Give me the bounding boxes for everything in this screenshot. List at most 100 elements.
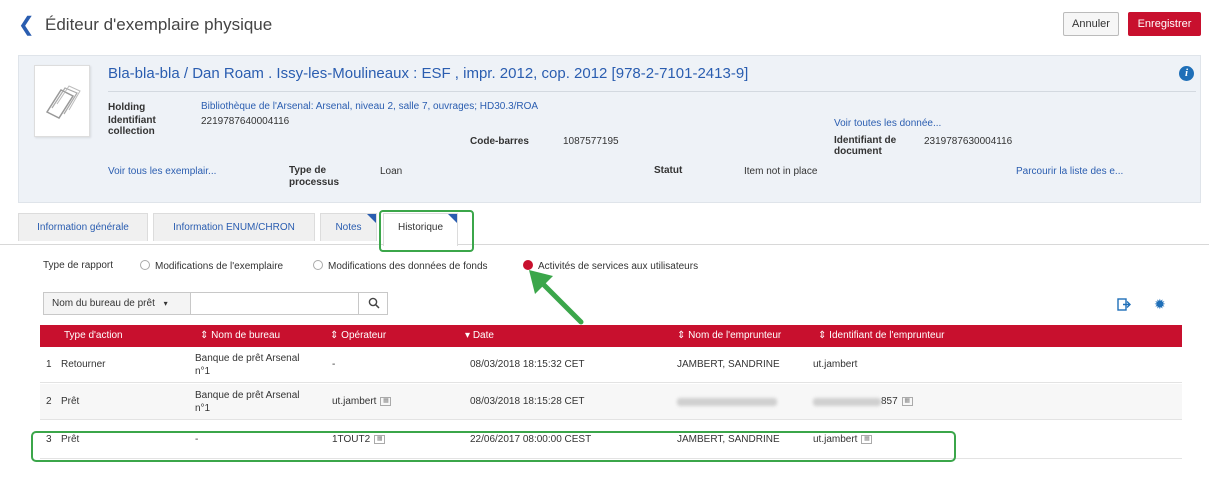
column-header-label: Nom de l'emprunteur bbox=[688, 330, 782, 341]
search-icon bbox=[368, 297, 380, 309]
row-number: 3 bbox=[46, 434, 52, 445]
borrower-id-cell: ut.jambert ▦ bbox=[813, 421, 873, 458]
column-header-date[interactable]: ▾ Date bbox=[465, 325, 494, 347]
item-info-card: Bla-bla-bla / Dan Roam . Issy-les-Moulin… bbox=[18, 55, 1201, 203]
column-header-label: Nom de bureau bbox=[211, 330, 281, 341]
book-thumbnail bbox=[34, 65, 90, 137]
document-id-label-1: Identifiant de bbox=[834, 135, 897, 146]
desk-name-cell: Banque de prêt Arsenal n°1 bbox=[195, 384, 300, 419]
desk-name-line-1: Banque de prêt Arsenal bbox=[195, 389, 300, 401]
column-header-label: Identifiant de l'emprunteur bbox=[829, 330, 945, 341]
gear-icon[interactable]: ✹ bbox=[1154, 296, 1166, 313]
tab-general-info[interactable]: Information générale bbox=[18, 213, 148, 241]
cancel-button[interactable]: Annuler bbox=[1063, 12, 1119, 36]
column-header-label: Date bbox=[472, 330, 494, 341]
column-header-borrower-id[interactable]: ⇕ Identifiant de l'emprunteur bbox=[818, 325, 944, 347]
tab-notes[interactable]: Notes bbox=[320, 213, 377, 241]
date-cell: 22/06/2017 08:00:00 CEST bbox=[470, 434, 592, 445]
operator-cell: - bbox=[332, 359, 336, 370]
action-type-cell: Prêt bbox=[61, 396, 80, 407]
process-type-value: Loan bbox=[380, 166, 403, 177]
sort-icon: ⇕ bbox=[200, 330, 212, 341]
status-label: Statut bbox=[654, 165, 683, 176]
borrower-name-cell bbox=[677, 384, 777, 419]
sort-icon: ⇕ bbox=[677, 330, 689, 341]
sort-icon: ⇕ bbox=[330, 330, 342, 341]
borrower-id-text: ut.jambert bbox=[813, 434, 858, 445]
view-all-data-link[interactable]: Voir toutes les donnée... bbox=[834, 118, 941, 129]
table-row[interactable]: 2 Prêt Banque de prêt Arsenal n°1 ut.jam… bbox=[40, 384, 1182, 420]
back-chevron-icon[interactable]: ❮ bbox=[18, 12, 35, 37]
radio-unchecked-icon bbox=[313, 260, 323, 270]
record-title-link[interactable]: Bla-bla-bla / Dan Roam . Issy-les-Moulin… bbox=[108, 65, 748, 82]
action-type-cell: Retourner bbox=[61, 359, 106, 370]
process-type-label-2: processus bbox=[289, 177, 340, 188]
radio-item-changes[interactable]: Modifications de l'exemplaire bbox=[140, 260, 283, 272]
page-title: Éditeur d'exemplaire physique bbox=[45, 15, 273, 34]
user-card-icon[interactable]: ▦ bbox=[901, 397, 913, 406]
search-button[interactable] bbox=[358, 293, 388, 314]
open-book-icon bbox=[45, 85, 81, 119]
redacted-borrower-id bbox=[813, 397, 881, 406]
tab-indicator-icon bbox=[448, 214, 457, 223]
process-type-label-1: Type de bbox=[289, 165, 327, 176]
report-type-label: Type de rapport bbox=[43, 260, 114, 271]
sort-desc-icon: ▾ bbox=[465, 330, 473, 341]
operator-name: ut.jambert bbox=[332, 396, 377, 407]
tab-enum-chron[interactable]: Information ENUM/CHRON bbox=[153, 213, 315, 241]
column-header-desk-name[interactable]: ⇕ Nom de bureau bbox=[200, 325, 280, 347]
desk-name-line-2: n°1 bbox=[195, 365, 211, 377]
tab-bar: Information générale Information ENUM/CH… bbox=[0, 209, 1209, 246]
save-button[interactable]: Enregistrer bbox=[1128, 12, 1201, 36]
holding-link[interactable]: Bibliothèque de l'Arsenal: Arsenal, nive… bbox=[201, 101, 538, 112]
desk-name-cell: Banque de prêt Arsenal n°1 bbox=[195, 347, 300, 382]
browse-list-link[interactable]: Parcourir la liste des e... bbox=[1016, 166, 1123, 177]
info-icon[interactable]: i bbox=[1179, 66, 1194, 81]
borrower-name-cell: JAMBERT, SANDRINE bbox=[677, 359, 780, 370]
column-header-action-type[interactable]: Type d'action bbox=[64, 325, 123, 347]
desk-name-line-2: n°1 bbox=[195, 402, 211, 414]
column-header-operator[interactable]: ⇕ Opérateur bbox=[330, 325, 386, 347]
radio-unchecked-icon bbox=[140, 260, 150, 270]
top-bar: ❮ Éditeur d'exemplaire physique Annuler … bbox=[0, 0, 1209, 50]
column-header-borrower-name[interactable]: ⇕ Nom de l'emprunteur bbox=[677, 325, 781, 347]
tab-label: Information ENUM/CHRON bbox=[173, 222, 295, 233]
table-row[interactable]: 1 Retourner Banque de prêt Arsenal n°1 -… bbox=[40, 347, 1182, 383]
row-number: 1 bbox=[46, 359, 52, 370]
row-number: 2 bbox=[46, 396, 52, 407]
collection-id-label-1: Identifiant bbox=[108, 115, 156, 126]
date-cell: 08/03/2018 18:15:28 CET bbox=[470, 396, 585, 407]
radio-holdings-changes[interactable]: Modifications des données de fonds bbox=[313, 260, 488, 272]
filter-field-select[interactable]: Nom du bureau de prêt ▾ bbox=[44, 293, 191, 314]
radio-checked-icon bbox=[523, 260, 533, 270]
export-icon[interactable] bbox=[1117, 298, 1131, 314]
view-all-items-link[interactable]: Voir tous les exemplair... bbox=[108, 166, 216, 177]
operator-cell: ut.jambert ▦ bbox=[332, 384, 392, 419]
desk-name-cell: - bbox=[195, 434, 199, 445]
desk-name-line-1: Banque de prêt Arsenal bbox=[195, 352, 300, 364]
filter-field-label: Nom du bureau de prêt bbox=[52, 298, 155, 309]
operator-cell: 1TOUT2 ▦ bbox=[332, 421, 386, 458]
redacted-borrower-name bbox=[677, 397, 777, 406]
user-card-icon[interactable]: ▦ bbox=[861, 435, 873, 444]
collection-id-label-2: collection bbox=[108, 126, 155, 137]
caret-down-icon: ▾ bbox=[163, 299, 168, 308]
borrower-name-cell: JAMBERT, SANDRINE bbox=[677, 434, 780, 445]
user-card-icon[interactable]: ▦ bbox=[380, 397, 392, 406]
tab-history[interactable]: Historique bbox=[383, 213, 458, 246]
user-card-icon[interactable]: ▦ bbox=[374, 435, 386, 444]
borrower-id-text: 857 bbox=[881, 396, 898, 407]
status-value: Item not in place bbox=[744, 166, 818, 177]
table-row[interactable]: 3 Prêt - 1TOUT2 ▦ 22/06/2017 08:00:00 CES… bbox=[40, 421, 1182, 459]
radio-label: Modifications des données de fonds bbox=[328, 261, 488, 272]
document-id-value: 2319787630004116 bbox=[924, 136, 1013, 147]
barcode-label: Code-barres bbox=[470, 136, 529, 147]
collection-id-value: 2219787640004116 bbox=[201, 116, 290, 127]
tab-indicator-icon bbox=[367, 214, 376, 223]
column-header-label: Opérateur bbox=[341, 330, 387, 341]
document-id-label-2: document bbox=[834, 146, 882, 157]
filter-search-input[interactable] bbox=[192, 293, 357, 314]
operator-name: 1TOUT2 bbox=[332, 434, 371, 445]
holding-label: Holding bbox=[108, 102, 146, 113]
tab-label: Notes bbox=[335, 222, 362, 233]
